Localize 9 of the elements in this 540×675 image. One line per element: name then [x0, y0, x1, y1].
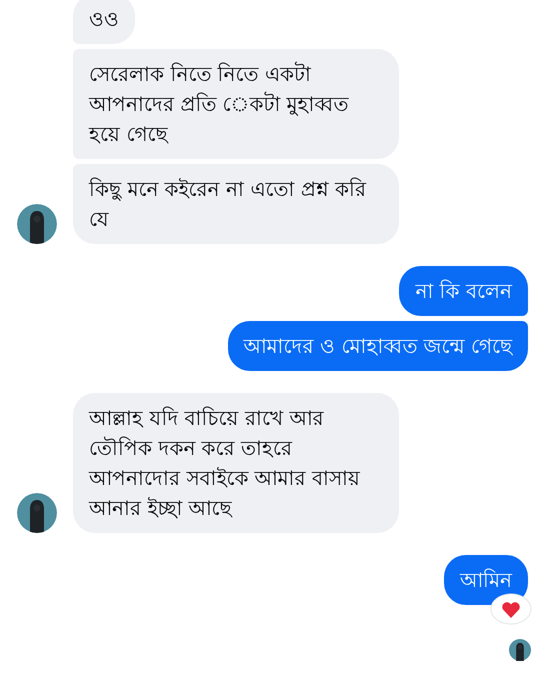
message-bubble: আল্লাহ যদি বাচিয়ে রাখে আর তৌপিক দকন করে তাহরে আপনাদোর সবাইকে আমার বাসায় আনার ইচ্ছা আছে	[73, 393, 399, 533]
message-bubble: ওও	[73, 0, 135, 44]
contact-avatar	[17, 493, 57, 533]
message-bubble: সেরেলাক নিতে নিতে একটা আপনাদের প্রতি েকটা মুহাব্বত হয়ে গেছে	[73, 49, 399, 159]
contact-avatar	[17, 204, 57, 244]
message-bubble: আমাদের ও মোহাব্বত জন্মে গেছে	[228, 321, 528, 371]
message-bubble: কিছু মনে কইরেন না এতো প্রশ্ন করি যে	[73, 164, 399, 244]
message-bubble: আমিন	[444, 555, 528, 605]
message-bubble: না কি বলেন	[399, 266, 528, 316]
